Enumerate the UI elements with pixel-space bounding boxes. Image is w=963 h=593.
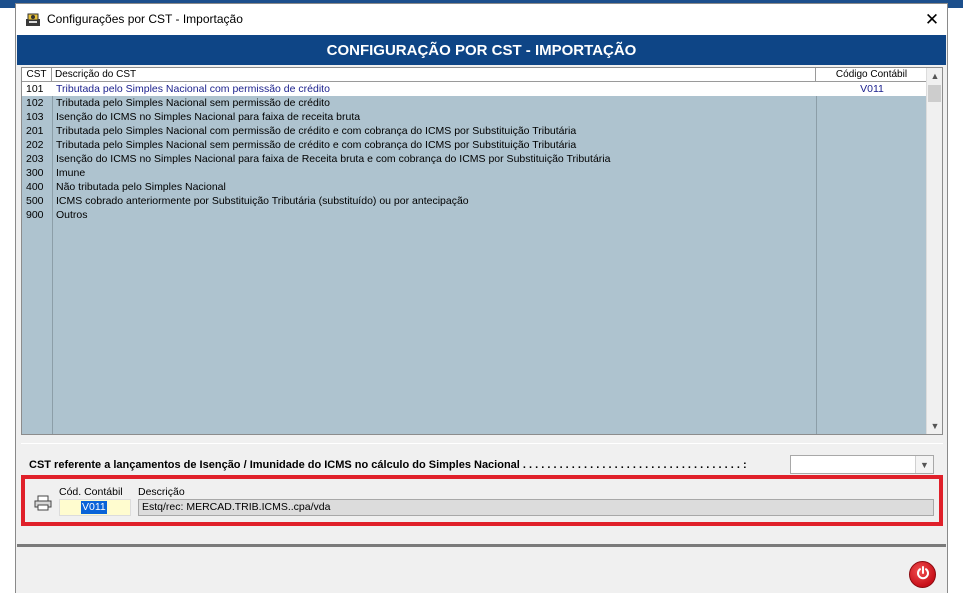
footer: [17, 547, 946, 593]
cell-cst: 101: [26, 83, 44, 95]
cod-contabil-value: V011: [81, 501, 107, 514]
vertical-scrollbar[interactable]: ▲ ▼: [926, 68, 942, 434]
table-row[interactable]: 300 Imune: [22, 166, 927, 180]
descricao-field: Estq/rec: MERCAD.TRIB.ICMS..cpa/vda: [138, 499, 934, 516]
page-title: CONFIGURAÇÃO POR CST - IMPORTAÇÃO: [17, 35, 946, 65]
power-icon: [915, 565, 931, 584]
grid-header: CST Descrição do CST Código Contábil: [22, 68, 927, 82]
cst-isencao-label: CST referente a lançamentos de Isenção /…: [29, 459, 747, 471]
close-button[interactable]: ✕: [917, 4, 947, 35]
chevron-down-icon[interactable]: ▼: [915, 456, 933, 473]
cst-isencao-select[interactable]: ▼: [790, 455, 934, 474]
scroll-thumb[interactable]: [928, 85, 941, 102]
cell-cst: 900: [26, 209, 44, 221]
column-header-codigo-contabil[interactable]: Código Contábil: [816, 68, 927, 82]
cell-descricao: Imune: [56, 167, 86, 179]
table-row[interactable]: 900 Outros: [22, 208, 927, 222]
cod-contabil-input[interactable]: V011: [59, 499, 131, 516]
cell-descricao: Tributada pelo Simples Nacional sem perm…: [56, 97, 330, 109]
table-row[interactable]: 500 ICMS cobrado anteriormente por Substi…: [22, 194, 927, 208]
cell-cst: 201: [26, 125, 44, 137]
scroll-down-arrow-icon[interactable]: ▼: [927, 418, 943, 434]
table-row[interactable]: 201 Tributada pelo Simples Nacional com p…: [22, 124, 927, 138]
window-title: Configurações por CST - Importação: [47, 12, 243, 26]
cell-descricao: Outros: [56, 209, 88, 221]
cell-cst: 202: [26, 139, 44, 151]
grid-rows: 101 Tributada pelo Simples Nacional com p…: [22, 82, 927, 222]
cod-contabil-label: Cód. Contábil: [59, 486, 123, 498]
cell-descricao: Tributada pelo Simples Nacional com perm…: [56, 125, 577, 137]
cell-cst: 102: [26, 97, 44, 109]
cell-descricao: Tributada pelo Simples Nacional com perm…: [56, 83, 330, 95]
table-row[interactable]: 400 Não tributada pelo Simples Nacional: [22, 180, 927, 194]
scroll-up-arrow-icon[interactable]: ▲: [927, 68, 943, 84]
printer-icon[interactable]: [34, 495, 52, 511]
cell-cst: 203: [26, 153, 44, 165]
highlight-box: Cód. Contábil Descrição V011 Estq/rec: M…: [21, 475, 943, 526]
table-row[interactable]: 101 Tributada pelo Simples Nacional com p…: [22, 82, 927, 96]
cell-descricao: Não tributada pelo Simples Nacional: [56, 181, 226, 193]
cell-codigo-contabil: V011: [860, 83, 884, 95]
app-icon: [24, 11, 42, 27]
table-row[interactable]: 102 Tributada pelo Simples Nacional sem p…: [22, 96, 927, 110]
cell-descricao: Isenção do ICMS no Simples Nacional para…: [56, 153, 611, 165]
cell-descricao: ICMS cobrado anteriormente por Substitui…: [56, 195, 469, 207]
cell-cst: 300: [26, 167, 44, 179]
cell-descricao: Isenção do ICMS no Simples Nacional para…: [56, 111, 361, 123]
cell-descricao: Tributada pelo Simples Nacional sem perm…: [56, 139, 577, 151]
table-row[interactable]: 103 Isenção do ICMS no Simples Nacional p…: [22, 110, 927, 124]
bottom-panel: CST referente a lançamentos de Isenção /…: [21, 443, 943, 543]
table-row[interactable]: 203 Isenção do ICMS no Simples Nacional p…: [22, 152, 927, 166]
cst-config-dialog: Configurações por CST - Importação ✕ CON…: [15, 3, 948, 593]
column-header-cst[interactable]: CST: [22, 68, 52, 82]
title-bar: Configurações por CST - Importação ✕: [16, 4, 947, 35]
column-header-descricao[interactable]: Descrição do CST: [52, 68, 816, 82]
cell-cst: 400: [26, 181, 44, 193]
table-row[interactable]: 202 Tributada pelo Simples Nacional sem p…: [22, 138, 927, 152]
cell-cst: 500: [26, 195, 44, 207]
cell-cst: 103: [26, 111, 44, 123]
exit-button[interactable]: [909, 561, 936, 588]
descricao-label: Descrição: [138, 486, 185, 498]
cst-grid[interactable]: CST Descrição do CST Código Contábil 101…: [21, 67, 943, 435]
